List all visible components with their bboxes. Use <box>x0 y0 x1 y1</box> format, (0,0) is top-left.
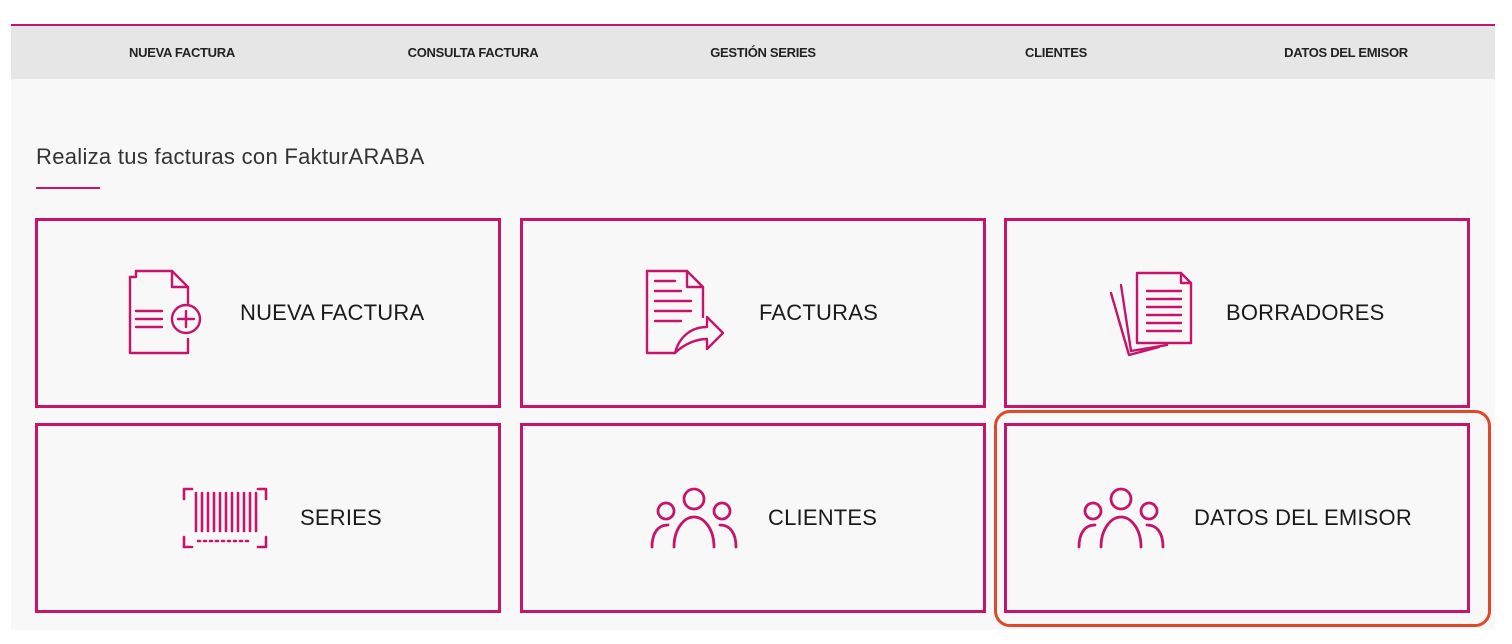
tile-label: DATOS DEL EMISOR <box>1194 505 1412 530</box>
drafts-icon <box>1107 267 1197 359</box>
tile-label: BORRADORES <box>1226 300 1385 325</box>
tile-nueva-factura[interactable]: NUEVA FACTURA <box>35 218 501 408</box>
tile-label: SERIES <box>300 505 382 530</box>
title-underline <box>36 187 100 189</box>
page-title: Realiza tus facturas con FakturARABA <box>36 144 425 169</box>
clients-icon <box>648 485 740 551</box>
tile-borradores[interactable]: BORRADORES <box>1004 218 1470 408</box>
nav-item-clientes[interactable]: CLIENTES <box>1025 26 1087 79</box>
tile-facturas[interactable]: FACTURAS <box>520 218 986 408</box>
tile-clientes[interactable]: CLIENTES <box>520 423 986 613</box>
tile-label: FACTURAS <box>759 300 878 325</box>
tile-datos-del-emisor[interactable]: DATOS DEL EMISOR <box>1004 423 1470 613</box>
tile-label: NUEVA FACTURA <box>240 300 425 325</box>
invoices-icon <box>641 267 727 359</box>
new-invoice-icon <box>122 267 206 359</box>
tile-series[interactable]: SERIES <box>35 423 501 613</box>
nav-item-datos-del-emisor[interactable]: DATOS DEL EMISOR <box>1284 26 1408 79</box>
barcode-icon <box>180 485 270 551</box>
tile-label: CLIENTES <box>768 505 878 530</box>
top-navigation: NUEVA FACTURA CONSULTA FACTURA GESTIÓN S… <box>11 24 1495 79</box>
nav-item-consulta-factura[interactable]: CONSULTA FACTURA <box>408 26 539 79</box>
nav-item-gestion-series[interactable]: GESTIÓN SERIES <box>710 26 816 79</box>
nav-item-nueva-factura[interactable]: NUEVA FACTURA <box>129 26 235 79</box>
issuer-icon <box>1075 485 1167 551</box>
